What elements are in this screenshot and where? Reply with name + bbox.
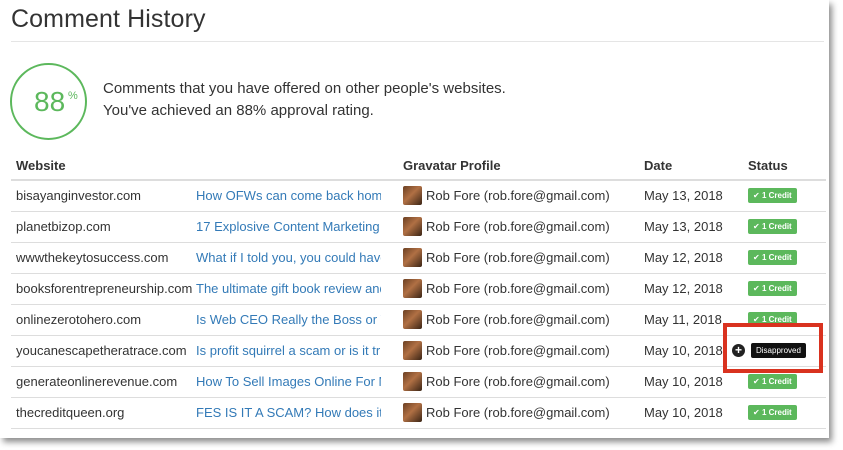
status-label: 1 Credit <box>761 377 792 386</box>
website-cell: planetbizop.com <box>16 219 111 234</box>
post-title-link[interactable]: Is Web CEO Really the Boss or Wa <box>196 312 381 327</box>
status-label: 1 Credit <box>761 222 792 231</box>
date-cell: May 13, 2018 <box>644 219 723 234</box>
status-badge-credit: ✔ 1 Credit <box>748 250 797 265</box>
website-cell: youcanescapetheratrace.com <box>16 343 187 358</box>
summary-line-1: Comments that you have offered on other … <box>103 80 506 97</box>
date-cell: May 10, 2018 <box>644 405 723 420</box>
gravatar-profile-cell: Rob Fore (rob.fore@gmail.com) <box>426 343 610 358</box>
table-row: wwwthekeytosuccess.com What if I told you… <box>11 242 826 274</box>
gravatar-profile-cell: Rob Fore (rob.fore@gmail.com) <box>426 374 610 389</box>
post-title-link[interactable]: What if I told you, you could have a <box>196 250 381 265</box>
table-row: planetbizop.com 17 Explosive Content Mark… <box>11 211 826 243</box>
check-icon: ✔ <box>753 253 762 262</box>
status-badge-credit: ✔ 1 Credit <box>748 188 797 203</box>
avatar <box>403 341 422 360</box>
column-header-date: Date <box>644 158 673 173</box>
approval-rating-unit: % <box>68 90 78 102</box>
gravatar-profile-cell: Rob Fore (rob.fore@gmail.com) <box>426 281 610 296</box>
comment-history-panel: Comment History 88 % Comments that you h… <box>0 0 829 438</box>
status-badge-credit: ✔ 1 Credit <box>748 405 797 420</box>
date-cell: May 12, 2018 <box>644 281 723 296</box>
gravatar-profile-cell: Rob Fore (rob.fore@gmail.com) <box>426 219 610 234</box>
summary-line-2: You've achieved an 88% approval rating. <box>103 102 374 119</box>
table-row: thecreditqueen.org FES IS IT A SCAM? How … <box>11 397 826 429</box>
status-badge-credit: ✔ 1 Credit <box>748 219 797 234</box>
website-cell: onlinezerotohero.com <box>16 312 142 327</box>
post-title-link[interactable]: FES IS IT A SCAM? How does it w <box>196 405 381 420</box>
status-label: 1 Credit <box>761 408 792 417</box>
check-icon: ✔ <box>753 222 762 231</box>
status-label: 1 Credit <box>761 284 792 293</box>
table-row: youcanescapetheratrace.com Is profit squi… <box>11 335 826 367</box>
check-icon: ✔ <box>753 377 762 386</box>
avatar <box>403 248 422 267</box>
check-icon: ✔ <box>753 284 762 293</box>
date-cell: May 11, 2018 <box>644 312 722 327</box>
avatar <box>403 279 422 298</box>
date-cell: May 13, 2018 <box>644 188 723 203</box>
date-cell: May 12, 2018 <box>644 250 723 265</box>
table-row: onlinezerotohero.com Is Web CEO Really th… <box>11 304 826 336</box>
status-label: 1 Credit <box>761 253 792 262</box>
approval-rating-value: 88 <box>34 86 66 117</box>
gravatar-profile-cell: Rob Fore (rob.fore@gmail.com) <box>426 405 610 420</box>
gravatar-profile-cell: Rob Fore (rob.fore@gmail.com) <box>426 188 610 203</box>
column-header-website: Website <box>16 158 66 173</box>
check-icon: ✔ <box>753 408 762 417</box>
table-row: booksforentrepreneurship.com The ultimate… <box>11 273 826 305</box>
column-header-status: Status <box>748 158 788 173</box>
avatar <box>403 217 422 236</box>
date-cell: May 10, 2018 <box>644 374 723 389</box>
gravatar-profile-cell: Rob Fore (rob.fore@gmail.com) <box>426 250 610 265</box>
post-title-link[interactable]: How OFWs can come back home <box>196 188 381 203</box>
approval-rating-circle: 88 % <box>10 63 87 140</box>
post-title-link[interactable]: How To Sell Images Online For Ne <box>196 374 381 389</box>
post-title-link[interactable]: Is profit squirrel a scam or is it true <box>196 343 381 358</box>
avatar <box>403 310 422 329</box>
post-title-link[interactable]: The ultimate gift book review and 5 <box>196 281 381 296</box>
status-badge-credit: ✔ 1 Credit <box>748 281 797 296</box>
website-cell: wwwthekeytosuccess.com <box>16 250 169 265</box>
column-header-gravatar-profile: Gravatar Profile <box>403 158 501 173</box>
avatar <box>403 403 422 422</box>
check-icon: ✔ <box>753 191 762 200</box>
table-row: generateonlinerevenue.com How To Sell Ima… <box>11 366 826 398</box>
status-label: 1 Credit <box>761 191 792 200</box>
status-badge-credit: ✔ 1 Credit <box>748 374 797 389</box>
website-cell: booksforentrepreneurship.com <box>16 281 193 296</box>
website-cell: bisayanginvestor.com <box>16 188 142 203</box>
avatar <box>403 372 422 391</box>
disapproved-highlight-box <box>723 323 823 373</box>
website-cell: thecreditqueen.org <box>16 405 125 420</box>
page-title: Comment History <box>11 5 206 33</box>
gravatar-profile-cell: Rob Fore (rob.fore@gmail.com) <box>426 312 610 327</box>
table-row: bisayanginvestor.com How OFWs can come ba… <box>11 180 826 212</box>
avatar <box>403 186 422 205</box>
website-cell: generateonlinerevenue.com <box>16 374 178 389</box>
title-divider <box>11 41 824 42</box>
post-title-link[interactable]: 17 Explosive Content Marketing Tr <box>196 219 381 234</box>
date-cell: May 10, 2018 <box>644 343 723 358</box>
